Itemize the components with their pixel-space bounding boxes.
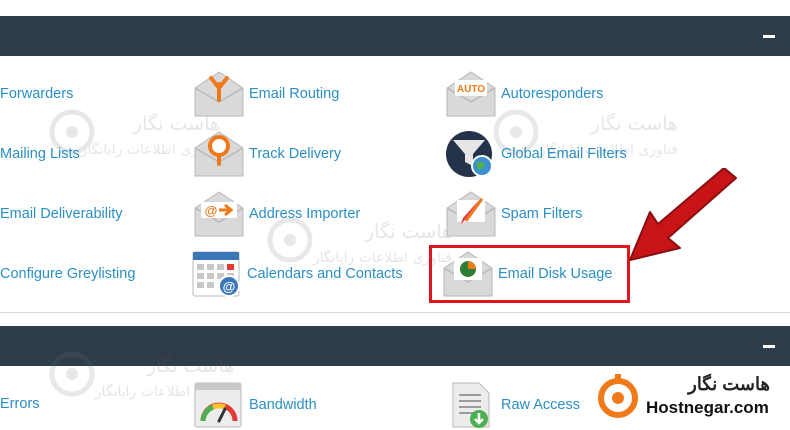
configure-greylisting-link[interactable]: Configure Greylisting — [0, 266, 135, 282]
brand-mark-icon — [598, 374, 638, 418]
email-deliverability-label: Email Deliverability — [0, 206, 123, 222]
bandwidth-icon — [193, 381, 245, 429]
bandwidth-link[interactable]: Bandwidth — [193, 381, 317, 429]
track-delivery-icon — [193, 130, 245, 178]
raw-access-label: Raw Access — [501, 397, 580, 413]
spam-filters-label: Spam Filters — [501, 206, 583, 222]
mailing-lists-label: Mailing Lists — [0, 146, 80, 162]
auto-badge: AUTO — [457, 84, 485, 95]
spam-filters-link[interactable]: Spam Filters — [445, 190, 582, 238]
email-section-header — [0, 16, 790, 56]
autoresponders-link[interactable]: AUTO Autoresponders — [445, 70, 603, 118]
autoresponders-label: Autoresponders — [501, 86, 604, 102]
metrics-section-header — [0, 326, 790, 366]
calendars-contacts-label: Calendars and Contacts — [247, 266, 403, 282]
configure-greylisting-label: Configure Greylisting — [0, 266, 136, 282]
highlight-box — [429, 245, 630, 303]
brand-name-en: Hostnegar.com — [646, 398, 769, 417]
minus-icon[interactable] — [762, 29, 776, 43]
email-routing-link[interactable]: Email Routing — [193, 70, 339, 118]
errors-label: Errors — [0, 396, 40, 412]
errors-link[interactable]: Errors — [0, 396, 39, 412]
brand-logo: هاست نگار Hostnegar.com — [594, 372, 790, 424]
calendars-contacts-link[interactable]: @ Calendars and Contacts — [191, 250, 403, 298]
svg-text:@: @ — [223, 279, 236, 294]
global-email-filters-link[interactable]: Global Email Filters — [445, 130, 627, 178]
top-strip — [0, 0, 790, 17]
track-delivery-link[interactable]: Track Delivery — [193, 130, 341, 178]
spam-filters-icon — [445, 190, 497, 238]
calendar-icon: @ — [191, 250, 243, 298]
mailing-lists-link[interactable]: Mailing Lists — [0, 146, 80, 162]
svg-text:@: @ — [205, 203, 218, 218]
address-importer-icon: @ — [193, 190, 245, 238]
raw-access-icon — [445, 381, 497, 429]
bandwidth-label: Bandwidth — [249, 397, 317, 413]
track-delivery-label: Track Delivery — [249, 146, 342, 162]
forwarders-label: Forwarders — [0, 86, 74, 102]
email-routing-label: Email Routing — [249, 86, 340, 102]
autoresponders-icon: AUTO — [445, 70, 497, 118]
email-routing-icon — [193, 70, 245, 118]
watermark-title: هاست نگار — [364, 220, 452, 243]
email-deliverability-link[interactable]: Email Deliverability — [0, 206, 122, 222]
forwarders-link[interactable]: Forwarders — [0, 86, 73, 102]
global-email-filters-icon — [445, 130, 497, 178]
global-email-filters-label: Global Email Filters — [501, 146, 627, 162]
pointer-arrow-icon — [629, 168, 737, 261]
address-importer-label: Address Importer — [249, 206, 361, 222]
raw-access-link[interactable]: Raw Access — [445, 381, 580, 429]
address-importer-link[interactable]: @ Address Importer — [193, 190, 360, 238]
brand-name-fa: هاست نگار — [688, 374, 770, 394]
minus-icon[interactable] — [762, 339, 776, 353]
